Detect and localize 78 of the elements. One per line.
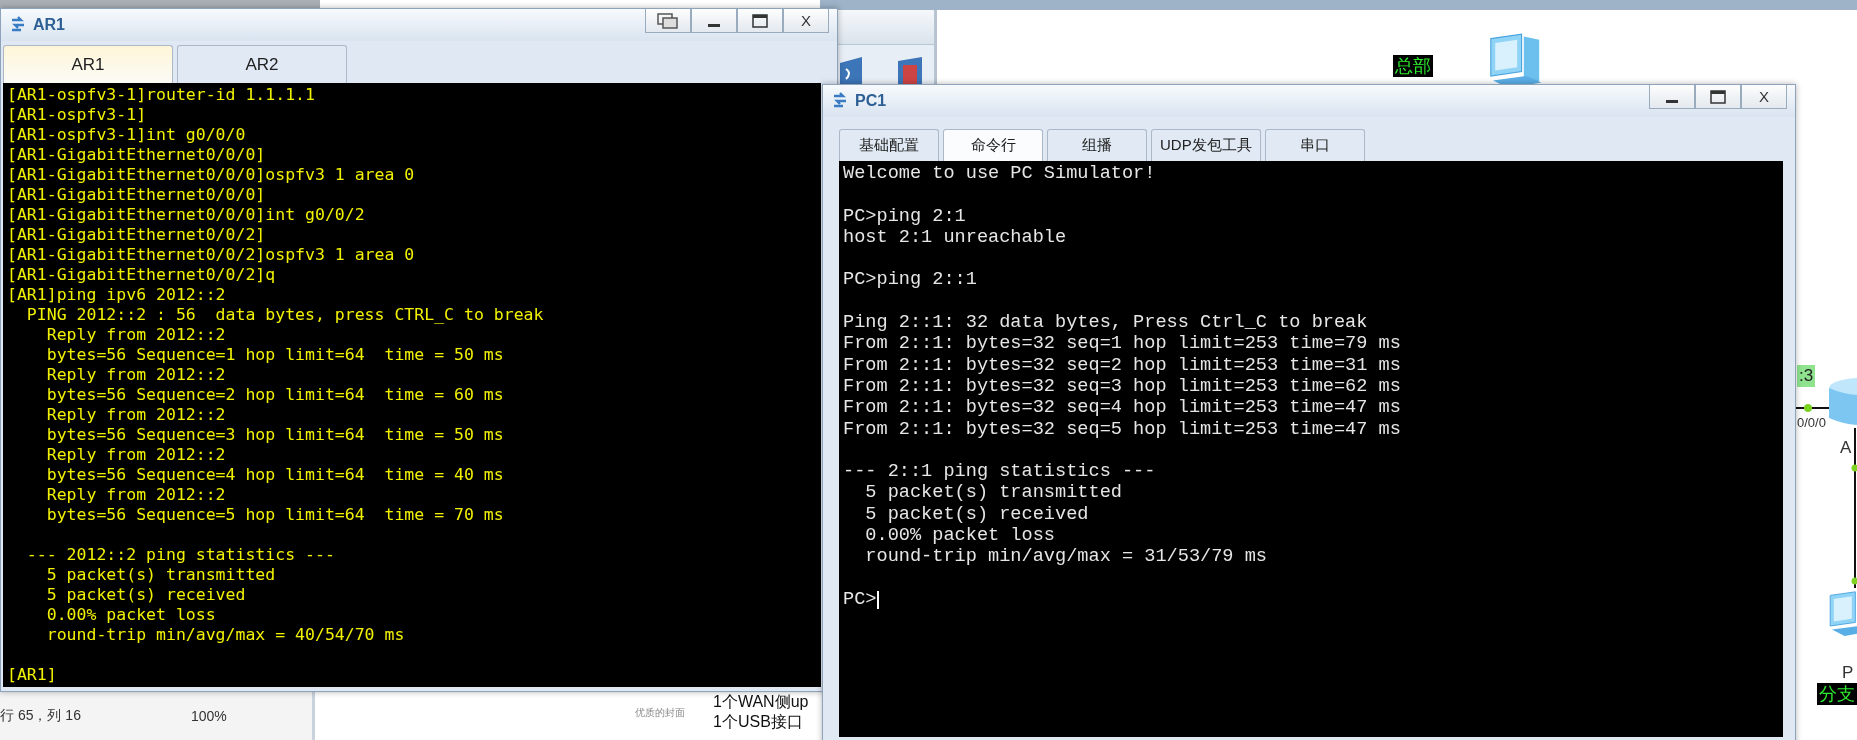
app-icon — [831, 92, 849, 110]
cursor-position: 行 65，列 16 — [0, 707, 81, 725]
terminal-line: bytes=56 Sequence=2 hop limit=64 time = 60 ms — [45, 385, 504, 405]
port-label: 0/0/0 — [1797, 415, 1826, 430]
terminal-line: PC>ping 2:1 — [843, 205, 966, 227]
terminal-line: 0.00% packet loss — [45, 605, 216, 625]
area-label: 分支 — [1817, 683, 1857, 705]
maximize-button[interactable] — [737, 9, 783, 33]
terminal-line: PC> — [843, 588, 877, 611]
terminal-line: --- 2::1 ping statistics --- — [843, 461, 1156, 483]
terminal-line: 5 packet(s) transmitted — [45, 565, 276, 585]
terminal-line: Welcome to use PC Simulator! — [843, 163, 1156, 185]
device-label: P — [1842, 663, 1854, 683]
terminal-line: PC>ping 2::1 — [843, 269, 977, 291]
terminal-line: [AR1-GigabitEthernet0/0/0] — [7, 185, 266, 205]
terminal-line: [AR1] — [7, 665, 57, 685]
terminal-line: 5 packet(s) transmitted — [864, 482, 1122, 504]
tab[interactable]: 基础配置 — [839, 129, 939, 161]
window-title: AR1 — [33, 16, 66, 34]
terminal-line: Reply from 2012::2 — [45, 405, 226, 425]
minimize-button[interactable] — [1649, 85, 1695, 109]
terminal-line: Reply from 2012::2 — [45, 325, 226, 345]
maximize-icon — [752, 13, 768, 28]
terminal-line: host 2:1 unreachable — [843, 226, 1067, 249]
terminal-line: [AR1-GigabitEthernet0/0/2]q — [7, 265, 276, 285]
terminal-line: round-trip min/avg/max = 40/54/70 ms — [45, 625, 405, 645]
terminal-line: 5 packet(s) received — [864, 503, 1089, 526]
terminal-line: bytes=56 Sequence=1 hop limit=64 time = 50 ms — [45, 345, 504, 365]
tab[interactable]: AR2 — [177, 45, 347, 83]
terminal-line: [AR1]ping ipv6 2012::2 — [7, 285, 226, 305]
terminal-line: [AR1-GigabitEthernet0/0/2] — [7, 225, 266, 245]
maximize-icon — [1710, 89, 1726, 104]
minimize-icon — [1666, 100, 1678, 103]
tab[interactable]: 组播 — [1047, 129, 1147, 161]
caption-text: 优质的封面 — [635, 706, 685, 720]
close-button[interactable]: X — [783, 9, 829, 33]
terminal-line: bytes=56 Sequence=4 hop limit=64 time = 40 ms — [45, 465, 504, 485]
tab[interactable]: UDP发包工具 — [1151, 129, 1261, 161]
window-title: PC1 — [855, 92, 888, 110]
tab[interactable]: AR1 — [3, 45, 173, 83]
device-label: A — [1840, 438, 1852, 458]
note-text: 1个WAN侧up — [713, 692, 809, 712]
tab[interactable]: 命令行 — [943, 129, 1043, 161]
terminal-line: From 2::1: bytes=32 seq=4 hop limit=253 time=47 ms — [843, 397, 1401, 419]
terminal-line: 5 packet(s) received — [45, 585, 246, 605]
terminal-line: Reply from 2012::2 — [45, 445, 226, 465]
terminal-line: [AR1-ospfv3-1]int g0/0/0 — [7, 125, 246, 145]
terminal-line: From 2::1: bytes=32 seq=2 hop limit=253 time=31 ms — [843, 354, 1401, 376]
terminal-line: From 2::1: bytes=32 seq=1 hop limit=253 time=79 ms — [843, 333, 1401, 355]
close-button[interactable]: X — [1741, 85, 1787, 109]
tab[interactable]: 串口 — [1264, 129, 1365, 161]
terminal-line: Reply from 2012::2 — [45, 485, 226, 505]
terminal-line: From 2::1: bytes=32 seq=5 hop limit=253 time=47 ms — [843, 418, 1401, 440]
note-text: 1个USB接口 — [713, 712, 804, 732]
minimize-button[interactable] — [691, 9, 737, 33]
terminal-line: [AR1-GigabitEthernet0/0/2]ospfv3 1 area 0 — [7, 245, 415, 265]
terminal-line: bytes=56 Sequence=5 hop limit=64 time = 70 ms — [45, 505, 504, 525]
terminal-line: From 2::1: bytes=32 seq=3 hop limit=253 time=62 ms — [843, 375, 1401, 398]
terminal-line: [AR1-GigabitEthernet0/0/0]ospfv3 1 area 0 — [7, 165, 415, 185]
terminal-line: --- 2012::2 ping statistics --- — [25, 545, 335, 565]
terminal-line: [AR1-GigabitEthernet0/0/0]int g0/0/2 — [7, 205, 365, 225]
terminal-line: round-trip min/avg/max = 31/53/79 ms — [864, 546, 1267, 568]
terminal-line: Ping 2::1: 32 data bytes, Press Ctrl_C to break — [843, 312, 1368, 334]
terminal-line: 0.00% packet loss — [864, 525, 1055, 547]
restore-button[interactable] — [645, 9, 691, 33]
app-icon — [9, 16, 27, 34]
terminal-line: [AR1-ospfv3-1] — [7, 105, 147, 125]
terminal-line: PING 2012::2 : 56 data bytes, press CTRL_C to break — [25, 305, 544, 325]
terminal-line: bytes=56 Sequence=3 hop limit=64 time = 50 ms — [45, 425, 504, 445]
terminal-line: Reply from 2012::2 — [45, 365, 226, 385]
terminal-line: [AR1-GigabitEthernet0/0/0] — [7, 145, 266, 165]
maximize-button[interactable] — [1695, 85, 1741, 109]
area-label: 总部 — [1393, 55, 1433, 77]
zoom-level: 100% — [190, 708, 227, 724]
link-label: :3 — [1797, 365, 1816, 387]
minimize-icon — [708, 24, 720, 27]
terminal-line: [AR1-ospfv3-1]router-id 1.1.1.1 — [7, 85, 315, 105]
restore-icon — [657, 12, 679, 29]
